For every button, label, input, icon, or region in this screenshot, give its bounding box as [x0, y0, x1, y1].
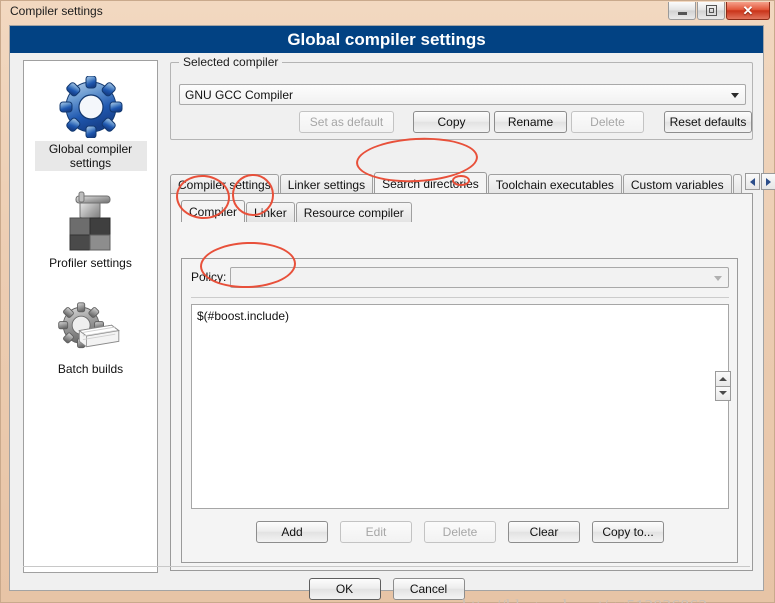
list-action-bar: Add Edit Delete Clear Copy to...	[191, 521, 729, 543]
chevron-down-icon	[731, 93, 739, 98]
close-icon: ✕	[742, 3, 754, 18]
tab-custom-variables[interactable]: Custom variables	[622, 174, 732, 194]
screenshot-root: Compiler settings ✕ Global compiler sett…	[0, 0, 775, 603]
scroll-left-button[interactable]	[744, 173, 760, 190]
scroll-left-icon	[749, 177, 755, 186]
set-as-default-button[interactable]: Set as default	[299, 111, 394, 133]
bottom-divider	[23, 566, 750, 567]
chevron-down-icon	[714, 276, 722, 281]
sidebar-item-global-compiler-settings[interactable]: Global compiler settings	[24, 61, 157, 171]
clear-button[interactable]: Clear	[508, 521, 580, 543]
copy-to-button[interactable]: Copy to...	[592, 521, 664, 543]
settings-category-list[interactable]: Global compiler settings Profiler settin…	[23, 60, 158, 573]
sidebar-item-label: Batch builds	[57, 362, 124, 376]
scroll-right-icon	[765, 177, 771, 186]
group-title: Selected compiler	[179, 55, 283, 69]
ok-button[interactable]: OK	[308, 578, 381, 600]
cancel-button[interactable]: Cancel	[392, 578, 465, 600]
subtab-resource-compiler[interactable]: Resource compiler	[295, 202, 412, 222]
tab-linker-settings[interactable]: Linker settings	[279, 174, 374, 194]
main-tab-strip[interactable]: Compiler settings Linker settings Search…	[170, 172, 775, 194]
dialog-button-bar: OK Cancel	[23, 578, 750, 600]
maximize-button[interactable]	[697, 2, 725, 20]
reset-defaults-button[interactable]: Reset defaults	[664, 111, 752, 133]
batch-builds-icon	[56, 293, 126, 361]
list-item[interactable]: $(#boost.include)	[197, 309, 723, 323]
policy-select[interactable]	[230, 267, 729, 288]
maximize-icon	[705, 5, 717, 16]
compiler-directories-panel: Policy: $(#boost.include) Add Edit Delet…	[181, 258, 738, 563]
close-button[interactable]: ✕	[726, 2, 770, 20]
title-bar: Compiler settings ✕	[1, 1, 775, 23]
search-directories-list[interactable]: $(#boost.include)	[191, 304, 729, 509]
sidebar-item-label: Profiler settings	[49, 256, 132, 270]
tab-search-directories[interactable]: Search directories	[374, 172, 487, 194]
add-button[interactable]: Add	[256, 521, 328, 543]
gear-icon	[56, 73, 126, 141]
page-title: Global compiler settings	[10, 26, 763, 53]
sidebar-item-batch-builds[interactable]: Batch builds	[24, 271, 157, 377]
dialog-client-area: Global compiler settings Global compiler…	[9, 25, 775, 603]
subtab-compiler[interactable]: Compiler	[181, 200, 246, 222]
tab-toolchain-executables[interactable]: Toolchain executables	[487, 174, 622, 194]
reorder-spinner[interactable]	[715, 371, 731, 401]
policy-label: Policy:	[191, 270, 227, 284]
rename-button[interactable]: Rename	[494, 111, 567, 133]
divider	[191, 297, 729, 298]
tab-compiler-settings[interactable]: Compiler settings	[170, 174, 279, 194]
delete-button[interactable]: Delete	[424, 521, 496, 543]
window-frame: Compiler settings ✕ Global compiler sett…	[0, 0, 775, 603]
edit-button[interactable]: Edit	[340, 521, 412, 543]
caption-button-group: ✕	[668, 2, 770, 20]
sidebar-item-label: Global compiler settings	[34, 141, 147, 171]
window-title: Compiler settings	[10, 4, 103, 18]
copy-button[interactable]: Copy	[413, 111, 490, 133]
compiler-select-value: GNU GCC Compiler	[185, 87, 294, 102]
move-down-button[interactable]	[715, 386, 731, 401]
scroll-right-button[interactable]	[760, 173, 775, 190]
search-directories-page: Compiler Linker Resource compiler Policy…	[170, 193, 753, 571]
sidebar-item-profiler-settings[interactable]: Profiler settings	[24, 171, 157, 271]
move-up-button[interactable]	[715, 371, 731, 387]
selected-compiler-group: Selected compiler GNU GCC Compiler Set a…	[170, 55, 753, 140]
compiler-select[interactable]: GNU GCC Compiler	[179, 84, 746, 105]
sub-tab-strip[interactable]: Compiler Linker Resource compiler	[181, 200, 413, 222]
spinner-down-icon	[719, 391, 727, 396]
settings-panel: Selected compiler GNU GCC Compiler Set a…	[166, 55, 775, 573]
subtab-linker[interactable]: Linker	[246, 202, 295, 222]
profiler-icon	[56, 187, 126, 255]
tab-build-options[interactable]: Bui	[732, 174, 742, 194]
minimize-button[interactable]	[668, 2, 696, 20]
tab-scroll-buttons[interactable]	[744, 173, 775, 190]
delete-compiler-button[interactable]: Delete	[571, 111, 644, 133]
minimize-icon	[677, 11, 687, 15]
spinner-up-icon	[719, 376, 727, 381]
